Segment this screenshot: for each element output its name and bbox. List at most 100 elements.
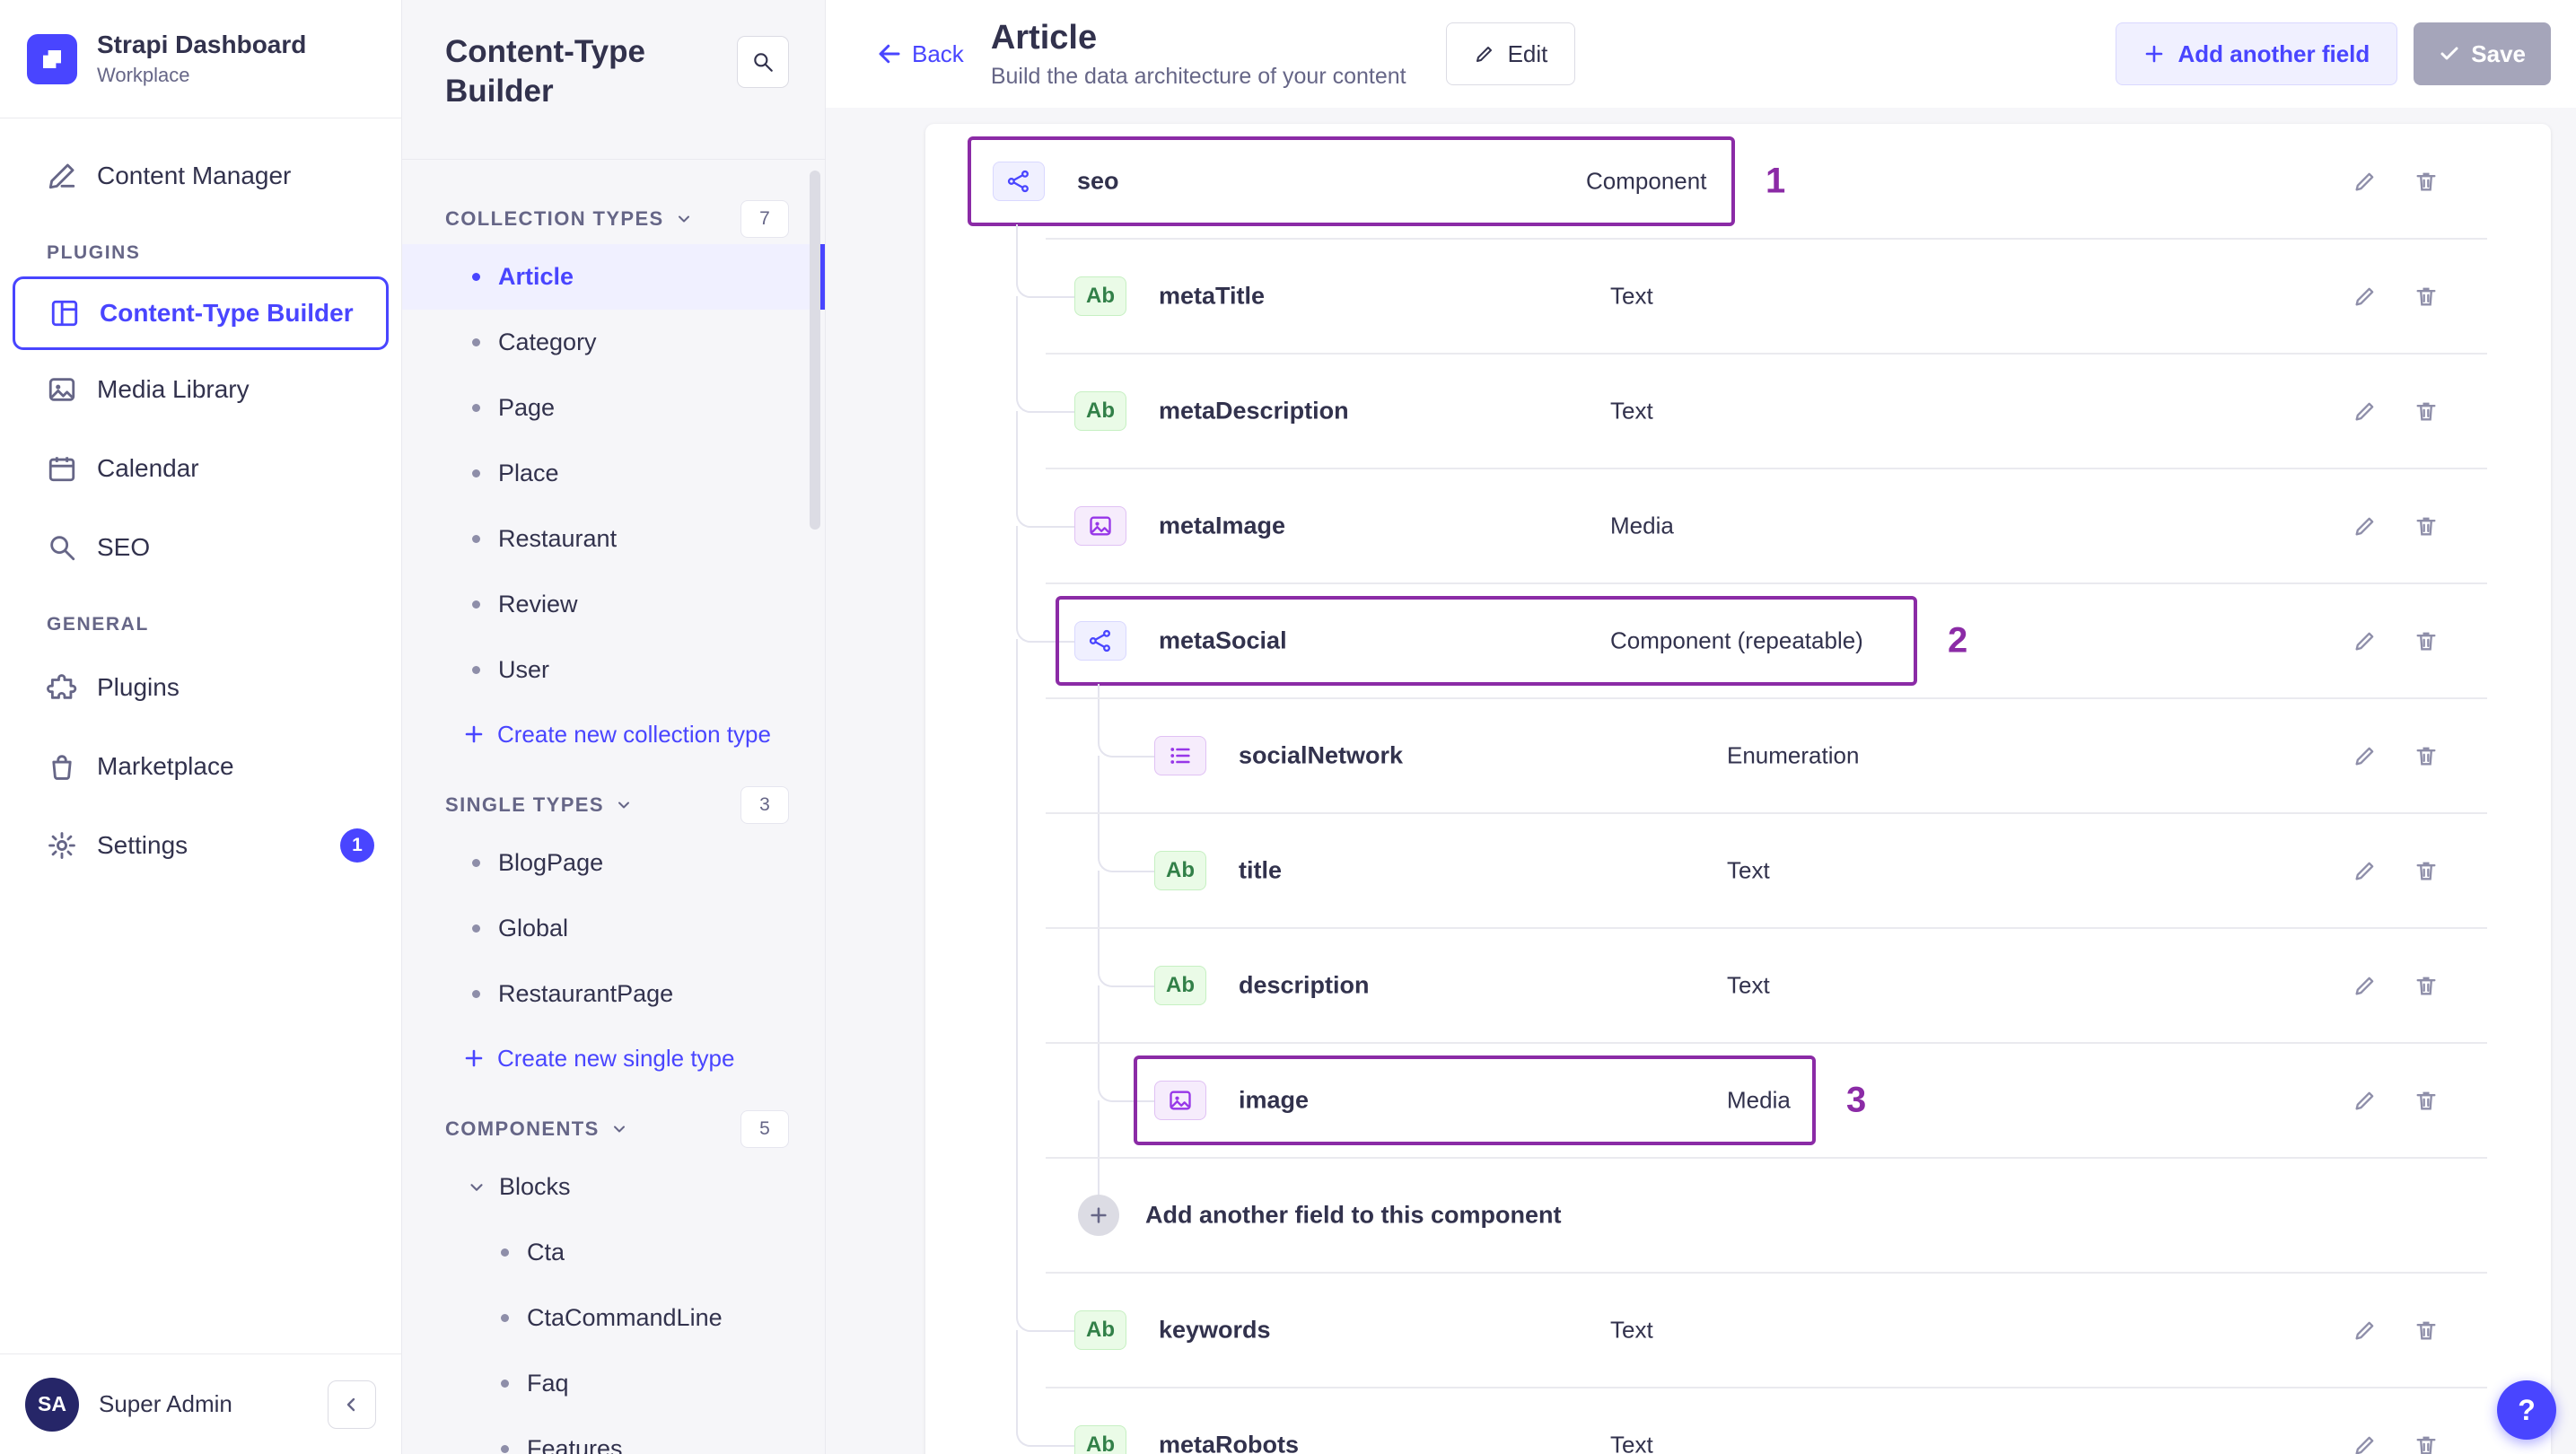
delete-field-button[interactable] xyxy=(2401,271,2451,321)
nav-item-label: Plugins xyxy=(97,673,180,701)
row-separator xyxy=(1046,582,2487,584)
edit-field-button[interactable] xyxy=(2340,501,2390,551)
field-type: Text xyxy=(1610,282,1653,310)
delete-field-button[interactable] xyxy=(2401,960,2451,1011)
subnav-item-user[interactable]: User xyxy=(402,637,825,703)
delete-field-button[interactable] xyxy=(2401,1305,2451,1355)
edit-field-button[interactable] xyxy=(2340,1305,2390,1355)
delete-field-button[interactable] xyxy=(2401,731,2451,781)
subnav-item-blogpage[interactable]: BlogPage xyxy=(402,830,825,896)
edit-field-button[interactable] xyxy=(2340,1420,2390,1454)
subnav-item-ctacommandline[interactable]: CtaCommandLine xyxy=(402,1285,825,1351)
bullet-icon xyxy=(501,1445,509,1453)
add-field-label[interactable]: Add another field to this component xyxy=(1145,1202,1561,1230)
nav-item-label: SEO xyxy=(97,533,151,561)
field-type: Text xyxy=(1727,971,1770,999)
field-row-metaimage: metaImage Media xyxy=(971,411,2487,583)
collection-types-count: 7 xyxy=(740,200,789,238)
nav-item-content-type-builder[interactable]: Content-Type Builder xyxy=(13,276,389,350)
subnav-header: Content-Type Builder xyxy=(402,0,825,160)
row-separator xyxy=(1046,238,2487,240)
edit-button[interactable]: Edit xyxy=(1445,22,1576,85)
nav-item-media-library[interactable]: Media Library xyxy=(0,350,401,429)
edit-field-button[interactable] xyxy=(2340,845,2390,896)
field-name: keywords xyxy=(1159,1316,1271,1344)
field-name: metaTitle xyxy=(1159,282,1266,310)
subnav-item-place[interactable]: Place xyxy=(402,441,825,506)
edit-field-button[interactable] xyxy=(2340,271,2390,321)
enumeration-field-icon xyxy=(1154,736,1206,775)
content-area: seo Component 1 Ab metaTitle Text Ab met… xyxy=(826,108,2576,1454)
row-separator xyxy=(1046,697,2487,699)
pencil-icon xyxy=(1476,47,1492,62)
delete-field-button[interactable] xyxy=(2401,1420,2451,1454)
plus-icon xyxy=(2146,45,2163,63)
subnav-item-faq[interactable]: Faq xyxy=(402,1351,825,1416)
edit-field-button[interactable] xyxy=(2340,1075,2390,1126)
help-button[interactable]: ? xyxy=(2497,1380,2556,1440)
create-collection-type-link[interactable]: Create new collection type xyxy=(402,703,825,766)
text-field-icon: Ab xyxy=(1074,1310,1126,1350)
bullet-icon xyxy=(472,273,480,281)
nav-item-label: Content-Type Builder xyxy=(100,299,354,327)
add-another-field-button[interactable]: Add another field xyxy=(2116,22,2398,85)
subnav-item-restaurant[interactable]: Restaurant xyxy=(402,506,825,572)
subnav-item-global[interactable]: Global xyxy=(402,896,825,961)
bullet-icon xyxy=(472,338,480,346)
field-type: Media xyxy=(1727,1086,1791,1114)
back-button[interactable]: Back xyxy=(876,40,964,68)
add-field-plus-button[interactable] xyxy=(1078,1195,1119,1236)
collapse-sidebar-button[interactable] xyxy=(328,1380,376,1429)
subnav-item-review[interactable]: Review xyxy=(402,572,825,637)
delete-field-button[interactable] xyxy=(2401,845,2451,896)
field-row-keywords: Ab keywords Text xyxy=(971,1215,2487,1388)
collection-types-header[interactable]: COLLECTION TYPES 7 xyxy=(402,194,825,244)
nav-item-calendar[interactable]: Calendar xyxy=(0,429,401,508)
components-header[interactable]: COMPONENTS 5 xyxy=(402,1104,825,1154)
subnav-item-page[interactable]: Page xyxy=(402,375,825,441)
create-single-type-link[interactable]: Create new single type xyxy=(402,1027,825,1090)
edit-field-button[interactable] xyxy=(2340,616,2390,666)
page-subtitle: Build the data architecture of your cont… xyxy=(990,63,1406,89)
delete-field-button[interactable] xyxy=(2401,501,2451,551)
nav-item-plugins[interactable]: Plugins xyxy=(0,648,401,727)
layout-icon xyxy=(49,298,80,328)
pen-icon xyxy=(47,161,77,191)
edit-field-button[interactable] xyxy=(2340,386,2390,436)
text-field-icon: Ab xyxy=(1154,851,1206,890)
subnav-item-restaurantpage[interactable]: RestaurantPage xyxy=(402,961,825,1027)
edit-field-button[interactable] xyxy=(2340,731,2390,781)
bullet-icon xyxy=(472,404,480,412)
delete-field-button[interactable] xyxy=(2401,156,2451,206)
field-row-socialnetwork: socialNetwork Enumeration xyxy=(971,639,2487,813)
delete-field-button[interactable] xyxy=(2401,386,2451,436)
subnav-item-category[interactable]: Category xyxy=(402,310,825,375)
delete-field-button[interactable] xyxy=(2401,616,2451,666)
field-name: metaRobots xyxy=(1159,1431,1300,1454)
component-category-blocks[interactable]: Blocks xyxy=(402,1154,825,1220)
row-actions xyxy=(2340,469,2451,583)
annotation-number: 2 xyxy=(1948,620,1968,661)
field-type: Enumeration xyxy=(1727,741,1860,769)
delete-field-button[interactable] xyxy=(2401,1075,2451,1126)
check-icon xyxy=(2440,47,2458,60)
scrollbar-thumb[interactable] xyxy=(810,171,820,530)
nav-item-marketplace[interactable]: Marketplace xyxy=(0,727,401,806)
subnav-item-features[interactable]: Features xyxy=(402,1416,825,1454)
single-types-header[interactable]: SINGLE TYPES 3 xyxy=(402,780,825,830)
fields-list: seo Component 1 Ab metaTitle Text Ab met… xyxy=(968,124,2487,1454)
subnav-item-article[interactable]: Article xyxy=(402,244,825,310)
edit-field-button[interactable] xyxy=(2340,960,2390,1011)
plus-icon xyxy=(463,723,485,745)
nav-item-seo[interactable]: SEO xyxy=(0,508,401,587)
subnav-item-cta[interactable]: Cta xyxy=(402,1220,825,1285)
edit-field-button[interactable] xyxy=(2340,156,2390,206)
save-button[interactable]: Save xyxy=(2414,22,2551,85)
main-area: Back Article Build the data architecture… xyxy=(826,0,2576,1454)
nav-item-settings[interactable]: Settings 1 xyxy=(0,806,401,885)
bullet-icon xyxy=(472,469,480,477)
bullet-icon xyxy=(501,1248,509,1257)
search-button[interactable] xyxy=(737,36,789,88)
row-actions xyxy=(2340,1273,2451,1388)
nav-item-content-manager[interactable]: Content Manager xyxy=(0,136,401,215)
